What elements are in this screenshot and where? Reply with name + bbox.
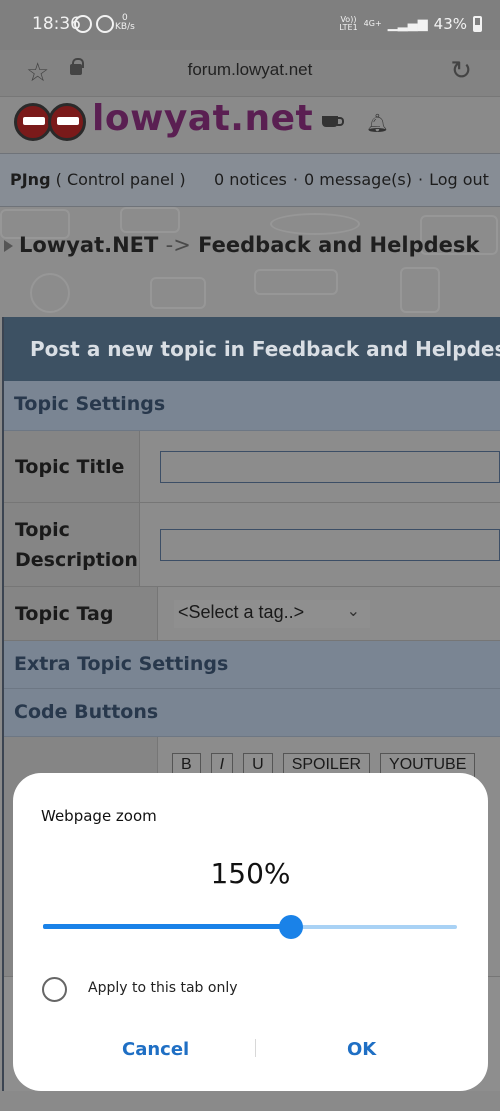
coffee-cup-icon[interactable] xyxy=(322,116,344,127)
mascot-face-icon xyxy=(48,103,86,141)
logo-mascot[interactable] xyxy=(14,103,86,141)
breadcrumb-separator: -> xyxy=(165,233,191,257)
battery-icon xyxy=(473,16,482,32)
ok-button[interactable]: OK xyxy=(347,1039,376,1060)
apply-tab-only-checkbox[interactable] xyxy=(42,977,67,1002)
battery-percent: 43% xyxy=(433,15,467,33)
section-extra-topic-settings: Extra Topic Settings xyxy=(4,641,500,689)
background-doodle xyxy=(120,207,180,233)
logout-link[interactable]: Log out xyxy=(429,170,489,189)
breadcrumb-current-link[interactable]: Feedback and Helpdesk xyxy=(198,233,479,257)
whatsapp-icon xyxy=(96,15,114,33)
control-panel-link[interactable]: ( Control panel ) xyxy=(56,170,186,189)
breadcrumb-area: Lowyat.NET -> Feedback and Helpdesk xyxy=(0,207,500,317)
section-code-buttons: Code Buttons xyxy=(4,689,500,737)
slider-thumb[interactable] xyxy=(279,915,304,939)
site-logo[interactable]: lowyat.net xyxy=(92,98,313,139)
topic-description-input[interactable] xyxy=(160,528,500,561)
webpage-zoom-dialog: Webpage zoom 150% Apply to this tab only… xyxy=(13,773,488,1091)
status-right: Vo)) LTE1 4G+ ▁▂▄▆ 43% xyxy=(339,15,482,33)
messages-link[interactable]: 0 message(s) xyxy=(304,170,412,189)
breadcrumb-root-link[interactable]: Lowyat.NET xyxy=(19,233,158,257)
topic-tag-select[interactable]: <Select a tag..> ⌄ xyxy=(174,599,370,628)
browser-url-bar: ☆ forum.lowyat.net ↻ xyxy=(0,50,500,96)
mascot-face-icon xyxy=(14,103,52,141)
topic-tag-selected: <Select a tag..> xyxy=(178,601,305,622)
topic-title-row: Topic Title xyxy=(4,431,500,503)
reload-icon[interactable]: ↻ xyxy=(450,56,472,86)
user-info: PJng ( Control panel ) xyxy=(10,170,186,189)
whatsapp-icon xyxy=(74,15,92,33)
form-title: Post a new topic in Feedback and Helpdes… xyxy=(4,317,500,381)
bell-icon[interactable]: 🔔︎ xyxy=(366,113,389,134)
topic-title-label: Topic Title xyxy=(4,431,140,502)
breadcrumb: Lowyat.NET -> Feedback and Helpdesk xyxy=(4,233,479,257)
topic-description-label: Topic Description xyxy=(4,503,140,586)
cancel-button[interactable]: Cancel xyxy=(122,1039,189,1060)
apply-tab-only-label[interactable]: Apply to this tab only xyxy=(88,980,238,996)
background-doodle xyxy=(150,277,206,309)
volte-indicator: Vo)) LTE1 xyxy=(339,15,358,32)
url-field[interactable]: forum.lowyat.net xyxy=(0,60,500,80)
username-link[interactable]: PJng xyxy=(10,170,51,189)
user-bar: PJng ( Control panel ) 0 notices · 0 messa… xyxy=(0,153,500,207)
notification-icons xyxy=(74,15,114,33)
background-doodle xyxy=(30,273,70,313)
chevron-down-icon: ⌄ xyxy=(346,602,360,620)
topic-description-row: Topic Description xyxy=(4,503,500,587)
network-type: 4G+ xyxy=(363,19,382,28)
button-divider xyxy=(255,1039,256,1057)
topic-title-input[interactable] xyxy=(160,450,500,483)
user-actions: 0 notices · 0 message(s) · Log out xyxy=(214,170,489,189)
background-doodle xyxy=(400,267,440,313)
status-bar: 18:36 0 KB/s Vo)) LTE1 4G+ ▁▂▄▆ 43% xyxy=(0,0,500,50)
slider-fill xyxy=(43,924,292,929)
signal-icon: ▁▂▄▆ xyxy=(387,16,428,32)
background-doodle xyxy=(270,213,360,235)
navigation-bar xyxy=(0,1091,500,1111)
background-doodle xyxy=(254,269,338,295)
topic-tag-row: Topic Tag <Select a tag..> ⌄ xyxy=(4,587,500,641)
topic-tag-label: Topic Tag xyxy=(4,587,158,640)
network-speed: 0 KB/s xyxy=(115,13,135,32)
triangle-icon xyxy=(4,240,13,252)
site-header: lowyat.net 🔔︎ xyxy=(0,96,500,153)
zoom-slider[interactable] xyxy=(43,915,457,939)
zoom-value: 150% xyxy=(210,857,291,890)
notices-link[interactable]: 0 notices xyxy=(214,170,287,189)
section-topic-settings: Topic Settings xyxy=(4,381,500,431)
dialog-title: Webpage zoom xyxy=(41,807,157,825)
